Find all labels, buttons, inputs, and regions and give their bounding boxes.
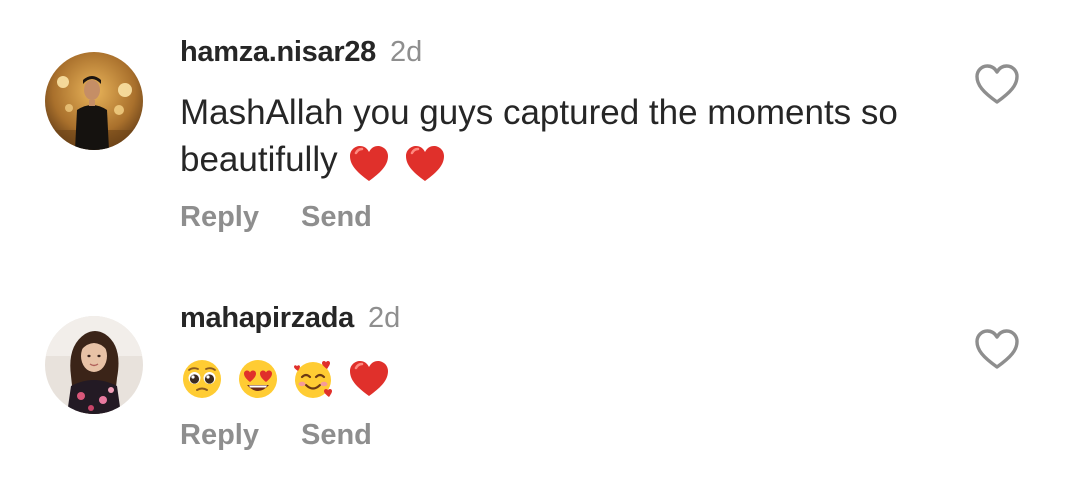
avatar[interactable] — [45, 52, 143, 150]
emoji-group — [180, 353, 393, 401]
comment-actions: Reply Send — [180, 201, 372, 234]
heart-outline-icon — [973, 62, 1021, 106]
red-heart-emoji — [403, 142, 447, 186]
comment-item: mahapirzada 2d Reply Send — [0, 290, 1080, 490]
like-button[interactable] — [973, 62, 1021, 106]
comment-text-body: MashAllah you guys captured the moments … — [180, 93, 898, 179]
reply-button[interactable]: Reply — [180, 201, 259, 234]
comment-item: hamza.nisar28 2d MashAllah you guys captu… — [0, 0, 1080, 262]
comment-text — [180, 351, 960, 401]
red-heart-emoji — [347, 142, 391, 186]
comment-actions: Reply Send — [180, 419, 372, 452]
timestamp: 2d — [368, 302, 401, 334]
timestamp: 2d — [390, 36, 423, 68]
like-button[interactable] — [973, 327, 1021, 371]
reply-button[interactable]: Reply — [180, 419, 259, 452]
heart-eyes-face-emoji — [236, 357, 280, 401]
username[interactable]: hamza.nisar28 — [180, 36, 376, 68]
smiling-face-with-hearts-emoji — [291, 357, 335, 401]
red-heart-emoji — [347, 357, 391, 401]
avatar[interactable] — [45, 316, 143, 414]
emoji-group — [347, 138, 449, 186]
comment-header: mahapirzada 2d — [180, 301, 400, 335]
username[interactable]: mahapirzada — [180, 302, 354, 334]
comment-text: MashAllah you guys captured the moments … — [180, 89, 960, 186]
pleading-face-emoji — [180, 357, 224, 401]
send-button[interactable]: Send — [301, 201, 372, 234]
heart-outline-icon — [973, 327, 1021, 371]
send-button[interactable]: Send — [301, 419, 372, 452]
comment-header: hamza.nisar28 2d — [180, 35, 422, 69]
